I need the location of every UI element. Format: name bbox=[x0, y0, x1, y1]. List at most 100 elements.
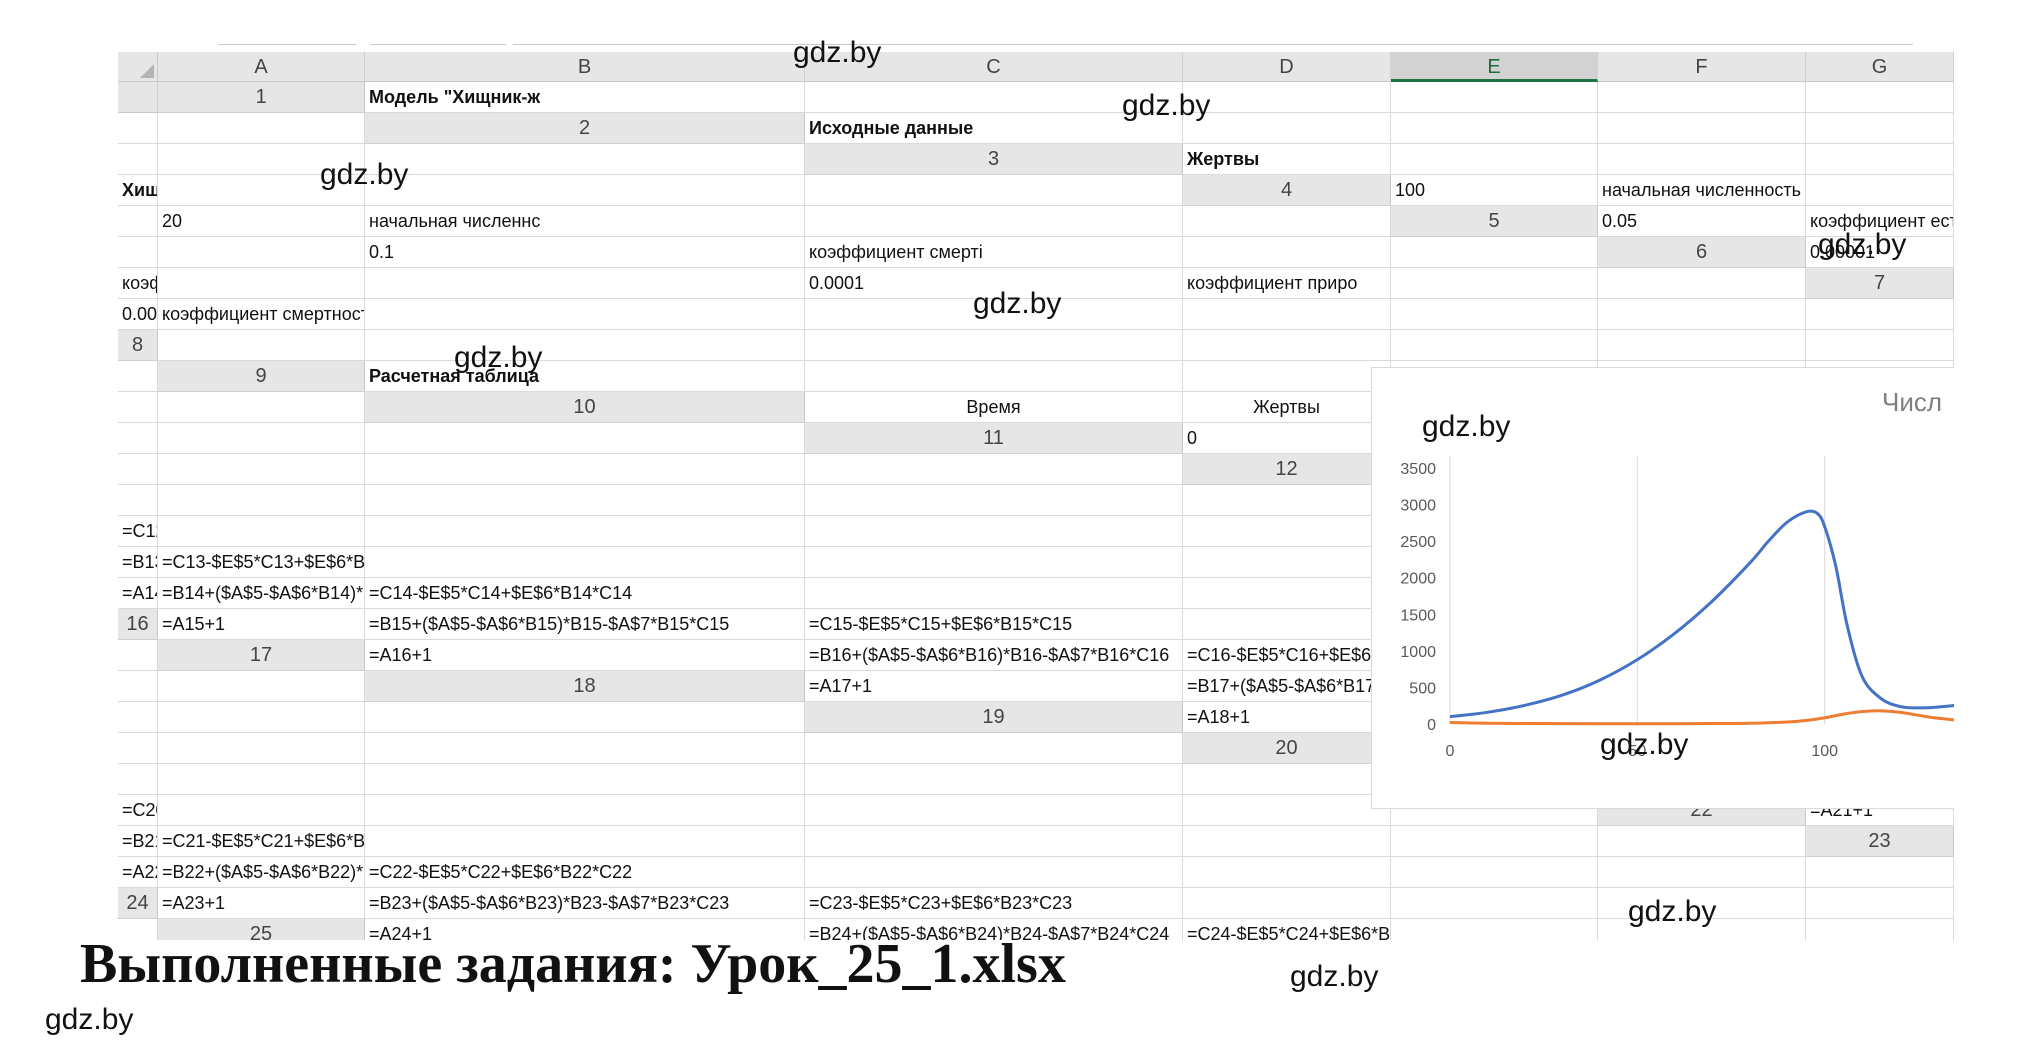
cell-d22[interactable] bbox=[365, 826, 805, 857]
cell-g1[interactable] bbox=[118, 113, 158, 144]
cell-d21[interactable] bbox=[158, 795, 365, 826]
row-header-5[interactable]: 5 bbox=[1391, 206, 1598, 237]
cell-e11[interactable] bbox=[118, 454, 158, 485]
cell-a23[interactable]: =A22+1 bbox=[118, 857, 158, 888]
cell-b9[interactable] bbox=[805, 361, 1183, 392]
cell-f10[interactable] bbox=[118, 423, 158, 454]
row-header-6[interactable]: 6 bbox=[1598, 237, 1806, 268]
row-header-17[interactable]: 17 bbox=[158, 640, 365, 671]
row-header-7[interactable]: 7 bbox=[1806, 268, 1954, 299]
cell-g7[interactable] bbox=[1598, 299, 1806, 330]
cell-f13[interactable] bbox=[805, 516, 1183, 547]
cell-g12[interactable] bbox=[805, 485, 1183, 516]
cell-a8[interactable] bbox=[158, 330, 365, 361]
cell-a15[interactable]: =A14+1 bbox=[118, 578, 158, 609]
cell-c22[interactable]: =C21-$E$5*C21+$E$6*B21*C21 bbox=[158, 826, 365, 857]
cell-e3[interactable]: Хищники bbox=[118, 175, 158, 206]
cell-e20[interactable] bbox=[158, 764, 365, 795]
cell-c4[interactable] bbox=[1806, 175, 1954, 206]
cell-a3[interactable]: Жертвы bbox=[1183, 144, 1391, 175]
cell-c1[interactable] bbox=[1183, 82, 1391, 113]
cell-d12[interactable] bbox=[118, 485, 158, 516]
cell-e19[interactable] bbox=[118, 733, 158, 764]
cell-e13[interactable] bbox=[365, 516, 805, 547]
cell-e2[interactable] bbox=[1806, 113, 1954, 144]
cell-g24[interactable] bbox=[1806, 888, 1954, 919]
cell-b18[interactable]: =B17+($A$5-$A$6*B17)*B17-$A$7*B17*C17 bbox=[1183, 671, 1391, 702]
row-header-11[interactable]: 11 bbox=[805, 423, 1183, 454]
cell-f1[interactable] bbox=[1806, 82, 1954, 113]
column-header-d[interactable]: D bbox=[1183, 52, 1391, 82]
cell-d1[interactable] bbox=[1391, 82, 1598, 113]
cell-d8[interactable] bbox=[1183, 330, 1391, 361]
cell-g11[interactable] bbox=[365, 454, 805, 485]
cell-b17[interactable]: =B16+($A$5-$A$6*B16)*B16-$A$7*B16*C16 bbox=[805, 640, 1183, 671]
cell-c7[interactable] bbox=[365, 299, 805, 330]
cell-g9[interactable] bbox=[118, 392, 158, 423]
cell-g8[interactable] bbox=[1806, 330, 1954, 361]
row-header-19[interactable]: 19 bbox=[805, 702, 1183, 733]
cell-f5[interactable]: коэффициент смерті bbox=[805, 237, 1183, 268]
cell-e22[interactable] bbox=[805, 826, 1183, 857]
cell-a9[interactable]: Расчетная таблица bbox=[365, 361, 805, 392]
cell-e21[interactable] bbox=[365, 795, 805, 826]
cell-f2[interactable] bbox=[118, 144, 158, 175]
cell-f18[interactable] bbox=[118, 702, 158, 733]
cell-c2[interactable] bbox=[1391, 113, 1598, 144]
cell-b3[interactable] bbox=[1391, 144, 1598, 175]
cell-f14[interactable] bbox=[1183, 547, 1391, 578]
cell-b23[interactable]: =B22+($A$5-$A$6*B22)*B22-$A$7*B22*C22 bbox=[158, 857, 365, 888]
cell-g6[interactable] bbox=[1391, 268, 1598, 299]
cell-e24[interactable] bbox=[1391, 888, 1598, 919]
cell-a11[interactable]: 0 bbox=[1183, 423, 1391, 454]
row-header-1[interactable]: 1 bbox=[158, 82, 365, 113]
cell-d14[interactable] bbox=[365, 547, 805, 578]
cell-f19[interactable] bbox=[158, 733, 365, 764]
cell-e8[interactable] bbox=[1391, 330, 1598, 361]
cell-a17[interactable]: =A16+1 bbox=[365, 640, 805, 671]
cell-c21[interactable]: =C20-$E$5*C20+$E$6*B20*C20 bbox=[118, 795, 158, 826]
cell-g22[interactable] bbox=[1391, 826, 1598, 857]
cell-a4[interactable]: 100 bbox=[1391, 175, 1598, 206]
cell-f25[interactable] bbox=[1806, 919, 1954, 940]
cell-b7[interactable]: коэффициент смертности от хищников bbox=[158, 299, 365, 330]
row-header-24[interactable]: 24 bbox=[118, 888, 158, 919]
cell-a1[interactable]: Модель "Хищник-ж bbox=[365, 82, 805, 113]
cell-c23[interactable]: =C22-$E$5*C22+$E$6*B22*C22 bbox=[365, 857, 805, 888]
cell-d25[interactable] bbox=[1391, 919, 1598, 940]
cell-e1[interactable] bbox=[1598, 82, 1806, 113]
cell-f11[interactable] bbox=[158, 454, 365, 485]
cell-c8[interactable] bbox=[805, 330, 1183, 361]
cell-b10[interactable]: Жертвы bbox=[1183, 392, 1391, 423]
row-header-20[interactable]: 20 bbox=[1183, 733, 1391, 764]
cell-g18[interactable] bbox=[158, 702, 365, 733]
cell-c24[interactable]: =C23-$E$5*C23+$E$6*B23*C23 bbox=[805, 888, 1183, 919]
column-header-f[interactable]: F bbox=[1598, 52, 1806, 82]
cell-f12[interactable] bbox=[365, 485, 805, 516]
cell-g21[interactable] bbox=[1183, 795, 1391, 826]
cell-d2[interactable] bbox=[1598, 113, 1806, 144]
cell-d20[interactable] bbox=[118, 764, 158, 795]
cell-a5[interactable]: 0.05 bbox=[1598, 206, 1806, 237]
cell-a7[interactable]: 0.001 bbox=[118, 299, 158, 330]
cell-a19[interactable]: =A18+1 bbox=[1183, 702, 1391, 733]
cell-f7[interactable] bbox=[1391, 299, 1598, 330]
cell-f21[interactable] bbox=[805, 795, 1183, 826]
row-header-10[interactable]: 10 bbox=[365, 392, 805, 423]
column-header-b[interactable]: B bbox=[365, 52, 805, 82]
cell-d3[interactable] bbox=[1806, 144, 1954, 175]
cell-b14[interactable]: =B13+($A$5-$A$6*B13)*B13-$A$7*B13*C13 bbox=[118, 547, 158, 578]
cell-g20[interactable] bbox=[805, 764, 1183, 795]
cell-c6[interactable] bbox=[158, 268, 365, 299]
cell-g5[interactable] bbox=[1183, 237, 1391, 268]
cell-d24[interactable] bbox=[1183, 888, 1391, 919]
cell-b16[interactable]: =B15+($A$5-$A$6*B15)*B15-$A$7*B15*C15 bbox=[365, 609, 805, 640]
cell-d4[interactable] bbox=[118, 206, 158, 237]
cell-c15[interactable]: =C14-$E$5*C14+$E$6*B14*C14 bbox=[365, 578, 805, 609]
cell-g13[interactable] bbox=[1183, 516, 1391, 547]
cell-e23[interactable] bbox=[1183, 857, 1391, 888]
row-header-12[interactable]: 12 bbox=[1183, 454, 1391, 485]
cell-e7[interactable] bbox=[1183, 299, 1391, 330]
cell-c5[interactable] bbox=[118, 237, 158, 268]
cell-b8[interactable] bbox=[365, 330, 805, 361]
